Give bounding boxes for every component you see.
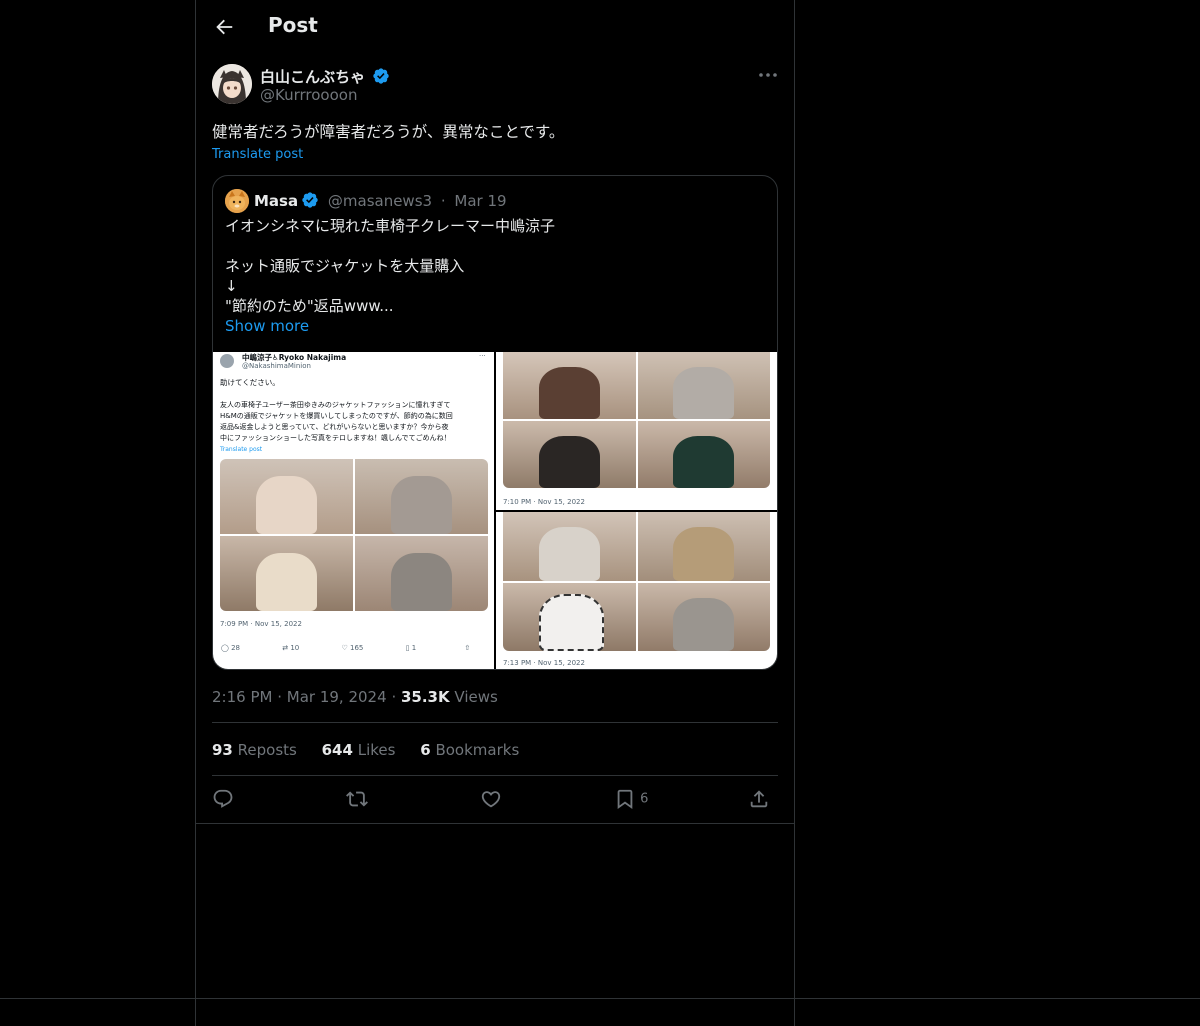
screenshot-timestamp: 7:09 PM · Nov 15, 2022 [220,620,302,628]
like-button[interactable] [480,788,502,814]
screenshot-photo-grid [503,512,770,651]
screenshot-timestamp: 7:10 PM · Nov 15, 2022 [503,498,585,506]
photo-tile [637,421,770,488]
screenshot-translate: Translate post [220,446,263,453]
verified-badge-icon [302,192,318,208]
screenshot-body: 友人の車椅子ユーザー茶田ゆきみのジャケットファッションに憧れすぎて H&Mの通販… [220,401,453,442]
author-handle[interactable]: @Kurrroooon [260,86,357,104]
author-name[interactable]: 白山こんぶちゃ [260,66,390,87]
screenshot-timestamp: 7:13 PM · Nov 15, 2022 [503,659,585,667]
quote-author-handle: @masanews3 [327,192,433,210]
avatar[interactable] [212,64,252,104]
share-button[interactable] [748,788,770,814]
screenshot-avatar [220,354,234,368]
engagement-stats: 93 Reposts 644 Likes 6 Bookmarks [212,741,539,759]
photo-tile [220,536,353,611]
reply-button[interactable] [212,788,234,814]
quote-avatar [225,189,249,213]
photo-tile [637,512,770,581]
screenshot-photo-grid [220,459,488,611]
views-count: 35.3K [400,688,450,706]
quote-text: イオンシネマに現れた車椅子クレーマー中嶋涼子 ネット通販でジャケットを大量購入 … [225,217,556,315]
translate-post-link[interactable]: Translate post [212,147,303,162]
divider [212,775,778,776]
likes-stat[interactable]: 644 Likes [322,741,396,759]
screenshot-author-handle: @NakashimaMinion [242,362,311,370]
heart-icon [481,791,501,808]
divider [196,823,794,824]
media-image-1[interactable]: 中嶋涼子♿Ryoko Nakajima @NakashimaMinion ···… [213,352,494,669]
screenshot-action-bar: ◯ 28 ⇄ 10 ♡ 165 ▯ 1 ⇧ [221,644,471,652]
quote-header: Masa @masanews3 · Mar 19 [254,191,507,210]
bookmark-count: 6 [640,791,649,807]
photo-tile [637,582,770,651]
bookmark-button[interactable]: 6 [614,788,648,814]
reply-icon [213,789,233,808]
page-title: Post [268,13,318,37]
divider [212,722,778,723]
photo-tile [503,582,636,651]
bookmark-icon: ▯ [405,644,410,652]
post-text: 健常者だろうが障害者だろうが、異常なことです。 [212,123,565,141]
reposts-stat[interactable]: 93 Reposts [212,741,297,759]
media-image-3[interactable]: 7:13 PM · Nov 15, 2022 [496,512,777,669]
post-timestamp: 2:16 PM · Mar 19, 2024 · 35.3K Views [212,688,498,706]
photo-tile [503,421,636,488]
verified-badge-icon [373,68,390,84]
repost-icon [346,791,368,807]
photo-tile [503,352,636,419]
dot-separator: · [391,688,401,706]
quote-date: Mar 19 [454,192,507,210]
media-image-2[interactable]: 7:10 PM · Nov 15, 2022 [496,352,777,510]
photo-tile [220,459,353,534]
photo-tile [503,512,636,581]
quote-media-grid: 中嶋涼子♿Ryoko Nakajima @NakashimaMinion ···… [213,352,777,669]
quoted-post[interactable]: Masa @masanews3 · Mar 19 イオンシネマに現れた車椅子クレ… [212,175,778,670]
bookmark-icon [617,789,633,810]
more-options-icon[interactable] [756,66,780,84]
show-more-link[interactable]: Show more [225,317,309,335]
share-icon: ⇧ [464,644,471,652]
action-bar: 6 [212,788,778,816]
quote-author-name[interactable]: Masa [254,192,298,210]
views-label: Views [454,688,498,706]
post-time[interactable]: 2:16 PM [212,688,272,706]
more-options-icon: ··· [479,352,486,360]
main-column: Post 白山こんぶちゃ @Kurrroooon 健常者だろうが障害者だろうが、… [195,0,795,1026]
repost-button[interactable] [346,788,368,814]
photo-tile [355,536,488,611]
photo-tile [355,459,488,534]
screenshot-photo-grid [503,352,770,488]
dot-separator: · [277,688,287,706]
reply-icon: ◯ [221,644,229,652]
post-date[interactable]: Mar 19, 2024 [287,688,387,706]
bookmarks-stat[interactable]: 6 Bookmarks [420,741,519,759]
repost-icon: ⇄ [282,644,289,652]
back-arrow-icon[interactable] [213,16,235,38]
dot-separator: · [440,192,446,210]
screenshot-line1: 助けてください。 [220,378,280,387]
share-icon [750,790,768,808]
photo-tile [637,352,770,419]
like-icon: ♡ [341,644,348,652]
page-header: Post [196,0,794,54]
